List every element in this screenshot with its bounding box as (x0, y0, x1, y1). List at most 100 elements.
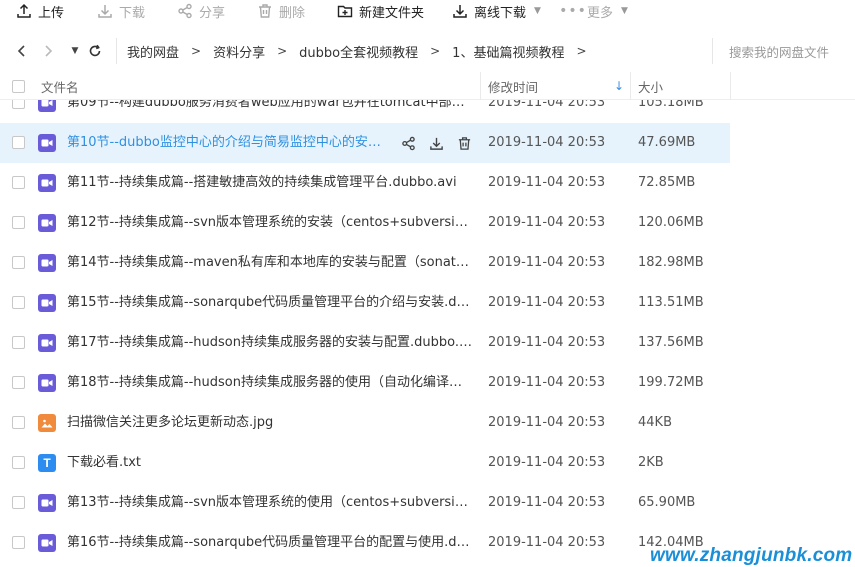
caret-down-icon[interactable]: ▼ (621, 6, 628, 16)
image-file-icon (38, 414, 56, 432)
select-all-checkbox[interactable] (12, 72, 25, 100)
video-file-icon (38, 100, 56, 112)
download-icon (97, 3, 113, 19)
breadcrumb-item[interactable]: 我的网盘 (127, 42, 179, 61)
video-file-icon (38, 134, 56, 152)
file-size: 44KB (638, 415, 672, 430)
table-row[interactable]: 第11节--持续集成篇--搭建敏捷高效的持续集成管理平台.dubbo.avi 20… (0, 163, 730, 203)
column-divider[interactable] (630, 72, 631, 100)
forward-arrow-icon[interactable] (40, 38, 56, 64)
watermark: www.zhangjunbk.com (650, 545, 853, 566)
trash-icon (257, 3, 273, 19)
back-arrow-icon[interactable] (14, 38, 30, 64)
file-size: 113.51MB (638, 295, 704, 310)
table-row[interactable]: 第15节--持续集成篇--sonarqube代码质量管理平台的介绍与安装.dub… (0, 283, 730, 323)
row-checkbox[interactable] (12, 416, 25, 429)
file-name[interactable]: 第12节--持续集成篇--svn版本管理系统的安装（centos+subvers… (67, 203, 472, 243)
download-button[interactable]: 下载 (97, 0, 145, 22)
table-row[interactable]: 第14节--持续集成篇--maven私有库和本地库的安装与配置（sonatype… (0, 243, 730, 283)
column-header-modified[interactable]: 修改时间 (488, 72, 538, 100)
row-checkbox[interactable] (12, 176, 25, 189)
delete-button[interactable]: 删除 (257, 0, 305, 22)
share-icon[interactable] (400, 135, 416, 151)
column-header-size[interactable]: 大小 (638, 72, 663, 100)
text-file-icon: T (38, 454, 56, 472)
row-checkbox[interactable] (12, 376, 25, 389)
file-modified-date: 2019-11-04 20:53 (488, 100, 606, 110)
breadcrumb-separator: > (191, 44, 202, 58)
file-size: 65.90MB (638, 495, 696, 510)
new-folder-button[interactable]: 新建文件夹 (337, 0, 424, 22)
row-checkbox[interactable] (12, 536, 25, 549)
file-name[interactable]: 第09节--构建dubbo服务消费者web应用的war包并在tomcat中部署.… (67, 100, 472, 123)
row-checkbox[interactable] (12, 136, 25, 149)
row-checkbox[interactable] (12, 496, 25, 509)
file-size: 199.72MB (638, 375, 704, 390)
breadcrumb-bar: ▼ 我的网盘 > 资料分享 > dubbo全套视频教程 > 1、基础篇视频教程 … (0, 38, 855, 64)
video-file-icon (38, 254, 56, 272)
video-file-icon (38, 534, 56, 552)
file-size: 2KB (638, 455, 664, 470)
file-name[interactable]: 扫描微信关注更多论坛更新动态.jpg (67, 403, 472, 443)
file-modified-date: 2019-11-04 20:53 (488, 255, 606, 270)
table-header: 文件名 修改时间 ↓ 大小 (0, 72, 855, 100)
file-size: 137.56MB (638, 335, 704, 350)
row-checkbox[interactable] (12, 336, 25, 349)
offline-download-icon (452, 3, 468, 19)
breadcrumb-item[interactable]: 资料分享 (213, 42, 265, 61)
search-input[interactable]: 搜索我的网盘文件 (712, 38, 855, 64)
file-name[interactable]: 第14节--持续集成篇--maven私有库和本地库的安装与配置（sonatype… (67, 243, 472, 283)
table-row[interactable]: 第09节--构建dubbo服务消费者web应用的war包并在tomcat中部署.… (0, 100, 730, 123)
row-checkbox[interactable] (12, 456, 25, 469)
table-row[interactable]: 第13节--持续集成篇--svn版本管理系统的使用（centos+subvers… (0, 483, 730, 523)
file-modified-date: 2019-11-04 20:53 (488, 535, 606, 550)
file-modified-date: 2019-11-04 20:53 (488, 135, 606, 150)
trash-icon[interactable] (456, 135, 472, 151)
file-name[interactable]: 第13节--持续集成篇--svn版本管理系统的使用（centos+subvers… (67, 483, 472, 523)
row-checkbox[interactable] (12, 216, 25, 229)
breadcrumb-item[interactable]: 1、基础篇视频教程 (452, 42, 564, 61)
table-row[interactable]: 第16节--持续集成篇--sonarqube代码质量管理平台的配置与使用.dub… (0, 523, 730, 563)
share-button[interactable]: 分享 (177, 0, 225, 22)
refresh-icon[interactable] (87, 38, 103, 64)
file-modified-date: 2019-11-04 20:53 (488, 375, 606, 390)
breadcrumb-item[interactable]: dubbo全套视频教程 (299, 42, 418, 61)
more-label: 更多 (587, 5, 614, 21)
row-checkbox[interactable] (12, 296, 25, 309)
file-name[interactable]: 第17节--持续集成篇--hudson持续集成服务器的安装与配置.dubbo.a… (67, 323, 472, 363)
offline-download-button[interactable]: 离线下载 ▼ (452, 0, 541, 22)
file-name[interactable]: 第16节--持续集成篇--sonarqube代码质量管理平台的配置与使用.dub… (67, 523, 472, 563)
upload-button[interactable]: 上传 (16, 0, 64, 22)
history-dropdown-icon[interactable]: ▼ (67, 38, 83, 64)
download-label: 下载 (119, 5, 146, 21)
table-row[interactable]: 第18节--持续集成篇--hudson持续集成服务器的使用（自动化编译、分析、打… (0, 363, 730, 403)
breadcrumb-separator: > (277, 44, 288, 58)
file-modified-date: 2019-11-04 20:53 (488, 335, 606, 350)
table-row[interactable]: 扫描微信关注更多论坛更新动态.jpg 2019-11-04 20:53 44KB (0, 403, 730, 443)
breadcrumb-separator: > (430, 44, 441, 58)
row-actions (400, 135, 472, 151)
file-name[interactable]: 第15节--持续集成篇--sonarqube代码质量管理平台的介绍与安装.dub… (67, 283, 472, 323)
new-folder-label: 新建文件夹 (359, 5, 425, 21)
file-size: 105.18MB (638, 100, 704, 110)
file-name[interactable]: 第18节--持续集成篇--hudson持续集成服务器的使用（自动化编译、分析、打… (67, 363, 472, 403)
table-row[interactable]: 第12节--持续集成篇--svn版本管理系统的安装（centos+subvers… (0, 203, 730, 243)
sort-down-arrow-icon[interactable]: ↓ (614, 72, 624, 100)
table-row[interactable]: 第10节--dubbo监控中心的介绍与简易监控中心的安装.dubbo.avi 20… (0, 123, 730, 163)
column-divider[interactable] (730, 72, 731, 100)
toolbar: 上传 下载 分享 删除 新建文件夹 离线下载 ▼ ••• 更多 ▼ (0, 0, 855, 22)
row-checkbox[interactable] (12, 256, 25, 269)
row-checkbox[interactable] (12, 100, 25, 109)
column-divider[interactable] (480, 72, 481, 100)
table-row[interactable]: T 下载必看.txt 2019-11-04 20:53 2KB (0, 443, 730, 483)
more-button[interactable]: ••• 更多 ▼ (559, 0, 628, 22)
file-name[interactable]: 下载必看.txt (67, 443, 472, 483)
caret-down-icon[interactable]: ▼ (534, 6, 541, 16)
search-placeholder: 搜索我的网盘文件 (729, 44, 830, 60)
column-header-name[interactable]: 文件名 (41, 72, 79, 100)
file-name[interactable]: 第10节--dubbo监控中心的介绍与简易监控中心的安装.dubbo.avi (67, 123, 387, 163)
file-name[interactable]: 第11节--持续集成篇--搭建敏捷高效的持续集成管理平台.dubbo.avi (67, 163, 472, 203)
table-row[interactable]: 第17节--持续集成篇--hudson持续集成服务器的安装与配置.dubbo.a… (0, 323, 730, 363)
new-folder-icon (337, 3, 353, 19)
download-icon[interactable] (428, 135, 444, 151)
